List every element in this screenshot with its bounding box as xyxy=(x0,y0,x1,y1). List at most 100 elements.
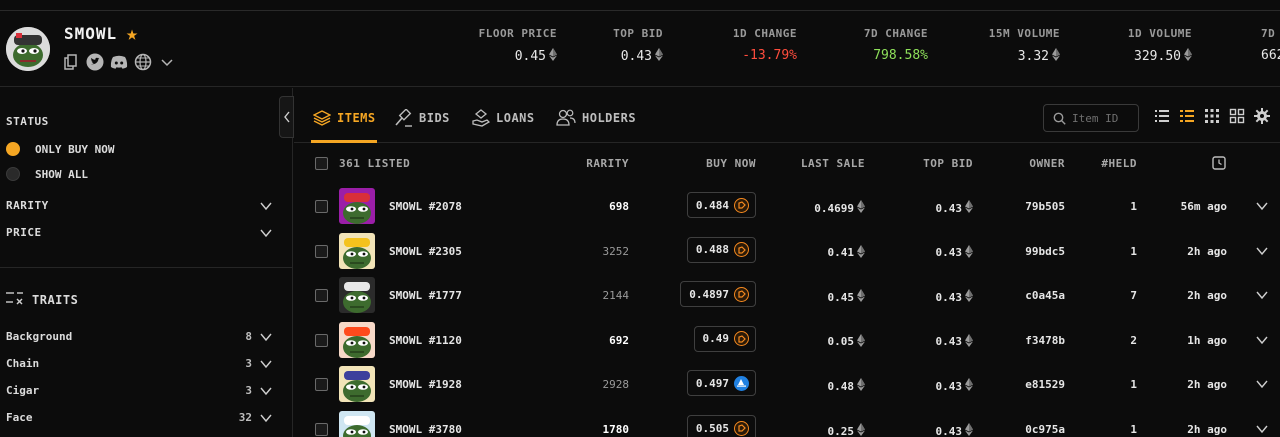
small-grid-view-icon[interactable] xyxy=(1204,108,1220,124)
status-option-label[interactable]: SHOW ALL xyxy=(35,168,88,181)
eth-icon xyxy=(857,244,865,261)
status-radio-buy-now[interactable] xyxy=(6,142,20,156)
nft-thumbnail[interactable] xyxy=(339,232,375,269)
buy-now-price: 0.488 xyxy=(695,243,729,257)
item-name[interactable]: SMOWL #2305 xyxy=(389,245,462,258)
table-row[interactable]: SMOWL #1777 2144 0.4897 0.45 0.43 c0a45a… xyxy=(294,274,1280,319)
more-links-chevron-down-icon[interactable] xyxy=(158,53,176,71)
trait-row-chain[interactable]: Chain 3 xyxy=(6,357,276,370)
col-rarity[interactable]: RARITY xyxy=(586,157,629,170)
table-row[interactable]: SMOWL #2078 698 0.484 0.4699 0.43 79b505… xyxy=(294,185,1280,230)
row-checkbox[interactable] xyxy=(315,423,328,436)
owner-cell[interactable]: 0c975a xyxy=(1025,423,1065,436)
buy-now-button[interactable]: 0.505 xyxy=(686,415,756,437)
nft-thumbnail[interactable] xyxy=(339,411,375,437)
owner-cell[interactable]: f3478b xyxy=(1025,334,1065,347)
tab-loans[interactable]: LOANS xyxy=(472,109,535,127)
nft-thumbnail[interactable] xyxy=(339,277,375,314)
detailed-list-view-icon[interactable] xyxy=(1179,108,1195,124)
row-checkbox[interactable] xyxy=(315,200,328,213)
expand-row-chevron-down-icon[interactable] xyxy=(1256,200,1268,212)
col-top-bid[interactable]: TOP BID xyxy=(923,157,973,170)
trait-row-cigar[interactable]: Cigar 3 xyxy=(6,384,276,397)
table-row[interactable]: SMOWL #2305 3252 0.488 0.41 0.43 99bdc5 … xyxy=(294,230,1280,275)
favorite-star-icon[interactable]: ★ xyxy=(126,21,138,45)
col-owner[interactable]: OWNER xyxy=(1029,157,1065,170)
chevron-down-icon[interactable] xyxy=(260,227,272,239)
time-cell: 1h ago xyxy=(1187,334,1227,347)
trait-row-face[interactable]: Face 32 xyxy=(6,411,276,424)
status-radio-show-all[interactable] xyxy=(6,167,20,181)
nft-thumbnail[interactable] xyxy=(339,321,375,358)
owner-address[interactable]: c0a45a xyxy=(1025,289,1065,302)
row-checkbox[interactable] xyxy=(315,289,328,303)
chevron-down-icon[interactable] xyxy=(260,385,272,397)
expand-row-chevron-down-icon[interactable] xyxy=(1256,423,1268,435)
buy-now-button[interactable]: 0.497 xyxy=(686,370,756,397)
expand-row-chevron-down-icon[interactable] xyxy=(1256,378,1268,390)
chevron-down-icon[interactable] xyxy=(260,412,272,424)
item-name[interactable]: SMOWL #1120 xyxy=(389,334,462,347)
stat-label: 7D CHANGE xyxy=(863,27,928,40)
col-held[interactable]: #HELD xyxy=(1101,157,1137,170)
settings-gear-icon[interactable] xyxy=(1254,108,1270,124)
item-name[interactable]: SMOWL #3780 xyxy=(389,423,462,436)
owner-address[interactable]: 99bdc5 xyxy=(1025,245,1065,258)
item-name[interactable]: SMOWL #1777 xyxy=(389,289,462,302)
select-all-checkbox[interactable] xyxy=(315,157,328,170)
stat-value: 329.50 xyxy=(1134,49,1181,64)
copy-icon[interactable] xyxy=(62,53,80,71)
twitter-icon[interactable] xyxy=(86,53,104,71)
table-row[interactable]: SMOWL #1120 692 0.49 0.05 0.43 f3478b 2 … xyxy=(294,319,1280,364)
table-row[interactable]: SMOWL #1928 2928 0.497 0.48 0.43 e81529 … xyxy=(294,363,1280,408)
buy-now-button[interactable]: 0.4897 xyxy=(680,281,756,308)
list-view-icon[interactable] xyxy=(1154,108,1170,124)
buy-now-button[interactable]: 0.49 xyxy=(693,325,756,352)
owner-address[interactable]: f3478b xyxy=(1025,334,1065,347)
collapse-sidebar-button[interactable] xyxy=(279,96,294,138)
item-name[interactable]: SMOWL #1928 xyxy=(389,378,462,391)
discord-icon[interactable] xyxy=(110,53,128,71)
chevron-down-icon[interactable] xyxy=(260,200,272,212)
owner-cell[interactable]: 99bdc5 xyxy=(1025,245,1065,258)
tab-label: ITEMS xyxy=(337,111,376,125)
item-id-search[interactable] xyxy=(1043,104,1139,132)
nft-thumbnail[interactable] xyxy=(339,366,375,403)
expand-row-chevron-down-icon[interactable] xyxy=(1256,245,1268,257)
top-bid-value: 0.43 xyxy=(935,246,963,260)
expand-row-chevron-down-icon[interactable] xyxy=(1256,289,1268,301)
owner-cell[interactable]: 79b505 xyxy=(1025,200,1065,213)
tab-bids[interactable]: BIDS xyxy=(395,109,450,127)
row-checkbox[interactable] xyxy=(315,244,328,258)
trait-row-background[interactable]: Background 8 xyxy=(6,330,276,343)
row-checkbox[interactable] xyxy=(315,333,328,347)
large-grid-view-icon[interactable] xyxy=(1229,108,1245,124)
eth-icon xyxy=(965,200,973,216)
owner-cell[interactable]: c0a45a xyxy=(1025,289,1065,302)
status-option-label[interactable]: ONLY BUY NOW xyxy=(35,143,114,156)
tab-holders[interactable]: HOLDERS xyxy=(556,109,636,127)
website-globe-icon[interactable] xyxy=(134,53,152,71)
chevron-down-icon[interactable] xyxy=(260,331,272,343)
buy-now-button[interactable]: 0.488 xyxy=(686,236,756,263)
chevron-down-icon[interactable] xyxy=(260,358,272,370)
owner-address[interactable]: 0c975a xyxy=(1025,423,1065,436)
buy-now-button[interactable]: 0.484 xyxy=(686,192,756,218)
search-input[interactable] xyxy=(1072,111,1132,125)
expand-row-chevron-down-icon[interactable] xyxy=(1256,334,1268,346)
owner-cell[interactable]: e81529 xyxy=(1025,378,1065,391)
owner-address[interactable]: 79b505 xyxy=(1025,200,1065,213)
top-bid-cell: 0.43 xyxy=(935,244,973,261)
owner-address[interactable]: e81529 xyxy=(1025,378,1065,391)
item-name[interactable]: SMOWL #2078 xyxy=(389,200,462,213)
filter-rarity[interactable]: RARITY xyxy=(6,199,49,212)
clock-icon[interactable] xyxy=(1212,156,1226,170)
tab-items[interactable]: ITEMS xyxy=(313,109,376,127)
table-row[interactable]: SMOWL #3780 1780 0.505 0.25 0.43 0c975a … xyxy=(294,408,1280,437)
users-icon xyxy=(556,109,576,126)
nft-thumbnail[interactable] xyxy=(339,188,375,224)
filter-price[interactable]: PRICE xyxy=(6,226,42,239)
row-checkbox[interactable] xyxy=(315,378,328,392)
col-last-sale[interactable]: LAST SALE xyxy=(801,157,865,170)
col-buy-now[interactable]: BUY NOW xyxy=(706,157,756,170)
